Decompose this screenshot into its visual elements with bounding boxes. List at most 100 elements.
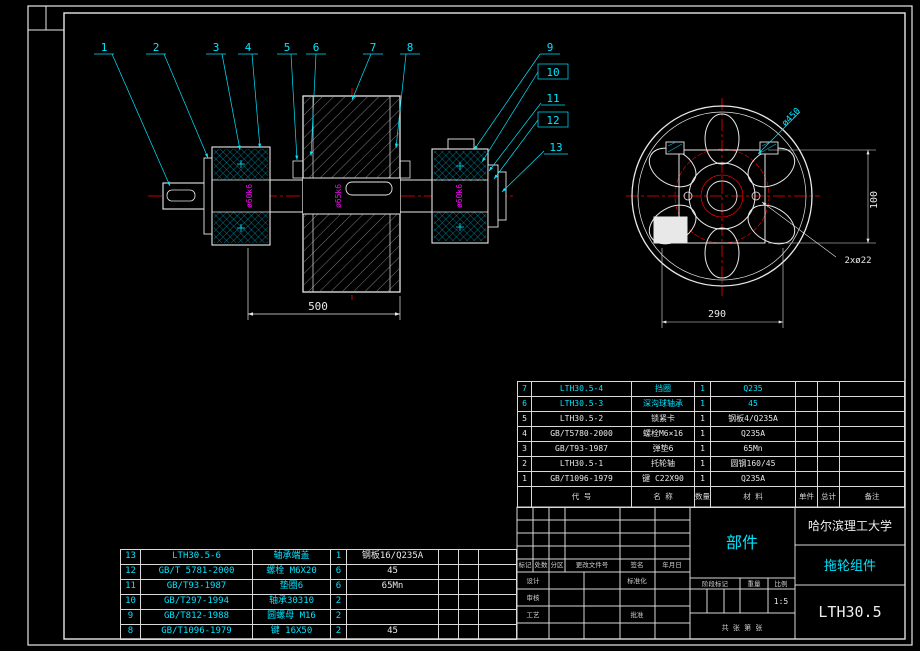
dim-outer-dia-label: ø450 [780,106,802,128]
label-scale: 比例 [775,579,788,588]
part-qty: 2 [331,625,347,639]
part-seq: 12 [121,565,141,579]
part-note [479,595,516,609]
label-process: 工艺 [527,611,541,619]
part-qty: 1 [695,382,711,396]
part-material: 65Mn [347,580,439,594]
part-qty: 1 [695,472,711,486]
part-material: Q235 [711,382,796,396]
part-code: GB/T297-1994 [141,595,253,609]
part-name: 拖轮组件 [824,559,876,574]
callout-10: 10 [546,66,559,79]
part-material: 45 [347,565,439,579]
left-bearing [203,146,271,246]
part-total-weight [459,580,479,594]
part-total-weight [818,397,840,411]
part-material [347,610,439,624]
part-material: 钢板16/Q235A [347,550,439,564]
part-note [840,397,904,411]
spacer-left [292,160,304,179]
parts-row: 4 GB/T5780-2000 螺栓M6×16 1 Q235A [518,427,904,442]
part-unit-weight [796,397,818,411]
label-check: 审核 [527,593,541,602]
label-stage: 阶段标记 [702,579,729,588]
part-total-weight [459,565,479,579]
callout-1: 1 [101,41,108,54]
part-code: LTH30.5-4 [532,382,632,396]
parts-row: 6 LTH30.5-3 深沟球轴承 1 45 [518,397,904,412]
scale-value: 1:5 [774,597,789,606]
part-material: 圆钢160/45 [711,457,796,471]
part-unit-weight [439,610,459,624]
part-name: 螺栓M6×16 [632,427,695,441]
part-note [479,625,516,639]
part-note [479,565,516,579]
end-nut [497,171,507,221]
part-unit-weight [439,625,459,639]
label-design: 设计 [527,576,541,585]
part-note [479,580,516,594]
section-fill-block [653,216,688,244]
header-total-weight: 总计 [818,487,840,507]
part-unit-weight [796,382,818,396]
cad-drawing-canvas: ø60k6 ø65k6 ø60k6 500 1 2 3 4 5 6 7 8 9 … [0,0,920,651]
dia-label-right: ø60k6 [455,184,464,208]
part-total-weight [818,382,840,396]
part-seq: 13 [121,550,141,564]
part-unit-weight [439,550,459,564]
header-qty: 数量 [695,487,711,507]
label-zone: 分区 [551,560,565,569]
dim-100-label: 100 [869,191,880,209]
parts-list-upper: 7 LTH30.5-4 挡圈 1 Q235 6 LTH30.5-3 深沟球轴承 … [517,381,905,508]
shaft-assembly-view: ø60k6 ø65k6 ø60k6 500 [148,88,514,320]
header-note: 备注 [864,492,880,501]
label-approve: 批准 [631,610,645,619]
part-code: GB/T1096-1979 [532,472,632,486]
header-unit-weight: 单件 [796,487,818,507]
part-name: 挡圈 [632,382,695,396]
part-total-weight [459,550,479,564]
part-seq: 2 [518,457,532,471]
part-seq: 6 [518,397,532,411]
part-material: 钢板4/Q235A [711,412,796,426]
spacer-right [399,160,411,179]
callout-4: 4 [245,41,252,54]
callout-8: 8 [407,41,414,54]
part-code: GB/T812-1988 [141,610,253,624]
part-qty: 1 [695,397,711,411]
dim-holes-label: 2xø22 [844,256,871,266]
part-qty: 1 [695,412,711,426]
part-name: 深沟球轴承 [632,397,695,411]
part-note [840,457,904,471]
part-name: 轴承端盖 [253,550,331,564]
part-total-weight [459,610,479,624]
header-material: 材 料 [711,487,796,507]
part-seq: 10 [121,595,141,609]
parts-row: 2 LTH30.5-1 托轮轴 1 圆钢160/45 [518,457,904,472]
header-name: 名 称 [632,487,695,507]
part-note [840,442,904,456]
part-unit-weight [439,595,459,609]
part-unit-weight [796,427,818,441]
parts-row: 12 GB/T 5781-2000 螺栓 M6X20 6 45 [121,565,516,580]
part-name: 弹垫6 [632,442,695,456]
callout-13: 13 [549,141,562,154]
part-note [840,412,904,426]
label-count: 处数 [535,560,549,569]
label-change-file: 更改文件号 [576,560,609,569]
part-qty: 1 [695,457,711,471]
parts-row: 13 LTH30.5-6 轴承端盖 1 钢板16/Q235A [121,550,516,565]
callout-3: 3 [213,41,220,54]
part-note [479,550,516,564]
drawing-number: LTH30.5 [818,603,881,621]
callout-5: 5 [284,41,291,54]
title-block: 标记 处数 分区 更改文件号 签名 年月日 设计 审核 工艺 标准化 批准 阶段… [516,506,906,640]
part-material: Q235A [711,472,796,486]
callout-12: 12 [546,114,559,127]
part-unit-weight [796,412,818,426]
part-material: 45 [347,625,439,639]
part-name: 垫圈6 [253,580,331,594]
part-unit-weight [796,442,818,456]
parts-list-lower: 13 LTH30.5-6 轴承端盖 1 钢板16/Q235A 12 GB/T 5… [120,549,517,640]
part-code: LTH30.5-1 [532,457,632,471]
